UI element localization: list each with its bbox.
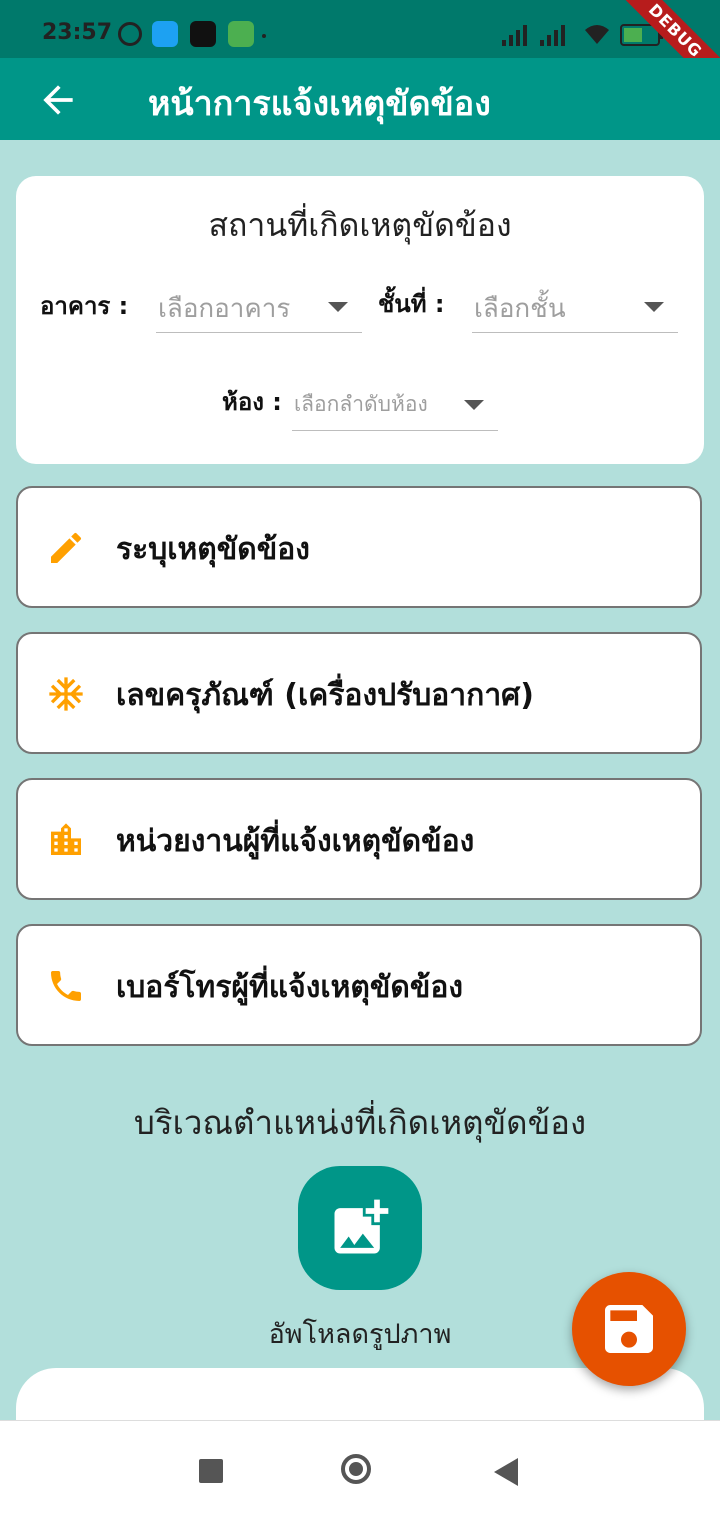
issue-description-card[interactable]: ระบุเหตุขัดข้อง xyxy=(16,486,702,608)
building-icon xyxy=(51,823,81,855)
system-nav-bar xyxy=(0,1420,720,1521)
upload-photo-button[interactable] xyxy=(298,1166,422,1290)
room-label: ห้อง : xyxy=(222,388,282,416)
photo-section-title: บริเวณตำแหน่งที่เกิดเหตุขัดข้อง xyxy=(133,1103,587,1142)
department-card[interactable]: หน่วยงานผู้ที่แจ้งเหตุขัดข้อง xyxy=(16,778,702,900)
page-title: หน้าการแจ้งเหตุขัดข้อง xyxy=(148,84,491,124)
phone-icon xyxy=(51,971,81,1001)
dropdown-arrow-icon xyxy=(464,400,484,410)
signal-icon xyxy=(502,25,527,46)
arrow-left-icon[interactable] xyxy=(36,78,80,122)
floor-dropdown-text: เลือกชั้น xyxy=(474,294,566,324)
room-dropdown[interactable]: เลือกลำดับห้อง xyxy=(292,378,498,431)
phone-label: เบอร์โทรผู้ที่แจ้งเหตุขัดข้อง xyxy=(116,970,464,1005)
back-triangle-icon[interactable] xyxy=(494,1458,518,1486)
home-icon[interactable] xyxy=(341,1454,371,1484)
location-card-title: สถานที่เกิดเหตุขัดข้อง xyxy=(208,206,512,244)
department-label: หน่วยงานผู้ที่แจ้งเหตุขัดข้อง xyxy=(116,824,475,859)
notification-dot-icon xyxy=(262,34,266,38)
building-label: อาคาร : xyxy=(40,292,129,320)
room-dropdown-text: เลือกลำดับห้อง xyxy=(294,392,428,416)
recents-icon[interactable] xyxy=(199,1459,223,1483)
snowflake-icon xyxy=(49,677,83,711)
building-dropdown[interactable]: เลือกอาคาร xyxy=(156,280,362,333)
phone-card[interactable]: เบอร์โทรผู้ที่แจ้งเหตุขัดข้อง xyxy=(16,924,702,1046)
pencil-icon xyxy=(51,532,82,563)
save-icon xyxy=(605,1305,653,1353)
status-bar: 23:57 DEBUG xyxy=(0,0,720,101)
building-dropdown-text: เลือกอาคาร xyxy=(158,294,291,324)
twitter-icon xyxy=(152,21,178,47)
dropdown-arrow-icon xyxy=(328,302,348,312)
add-photo-icon xyxy=(334,1199,389,1254)
wifi-icon xyxy=(585,25,609,44)
signal-icon-2 xyxy=(540,25,565,46)
app-bar: หน้าการแจ้งเหตุขัดข้อง xyxy=(0,58,720,140)
issue-description-label: ระบุเหตุขัดข้อง xyxy=(116,532,310,567)
alarm-icon xyxy=(118,22,142,46)
floor-dropdown[interactable]: เลือกชั้น xyxy=(472,280,678,333)
asset-number-card[interactable]: เลขครุภัณฑ์ (เครื่องปรับอากาศ) xyxy=(16,632,702,754)
tiktok-icon xyxy=(190,21,216,47)
floor-label: ชั้นที่ : xyxy=(378,290,445,318)
line-icon xyxy=(228,21,254,47)
location-card: สถานที่เกิดเหตุขัดข้อง อาคาร : เลือกอาคา… xyxy=(16,176,704,464)
dropdown-arrow-icon xyxy=(644,302,664,312)
asset-number-label: เลขครุภัณฑ์ (เครื่องปรับอากาศ) xyxy=(116,678,534,713)
save-button[interactable] xyxy=(572,1272,686,1386)
status-time: 23:57 xyxy=(42,20,113,45)
